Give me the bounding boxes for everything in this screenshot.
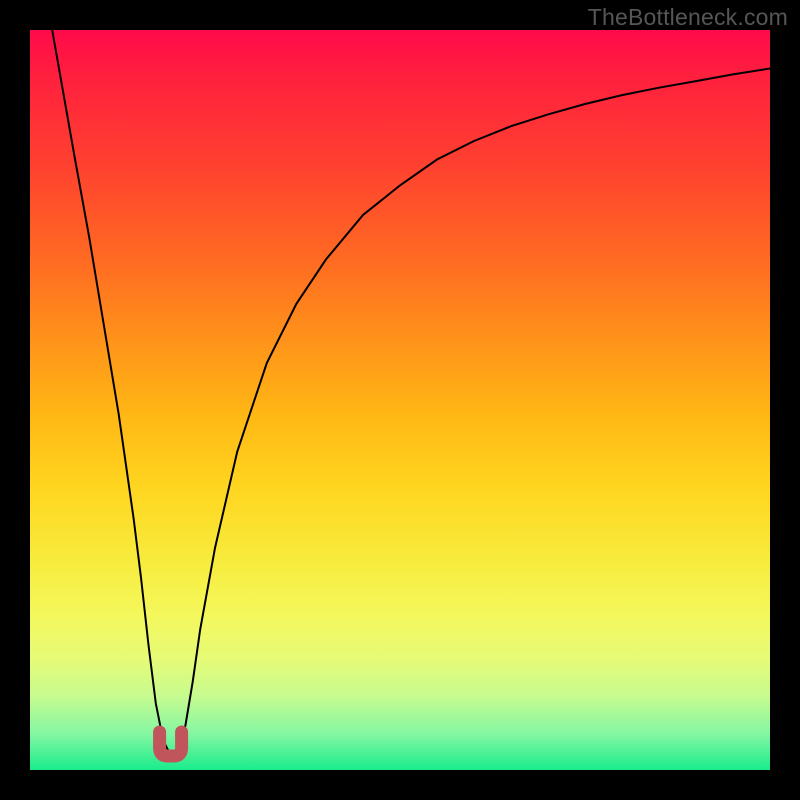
curve-left-branch xyxy=(52,30,170,755)
cusp-marker xyxy=(160,732,182,756)
attribution-text: TheBottleneck.com xyxy=(588,4,788,31)
curve-right-branch xyxy=(171,69,770,756)
plot-area xyxy=(30,30,770,770)
bottleneck-chart xyxy=(30,30,770,770)
